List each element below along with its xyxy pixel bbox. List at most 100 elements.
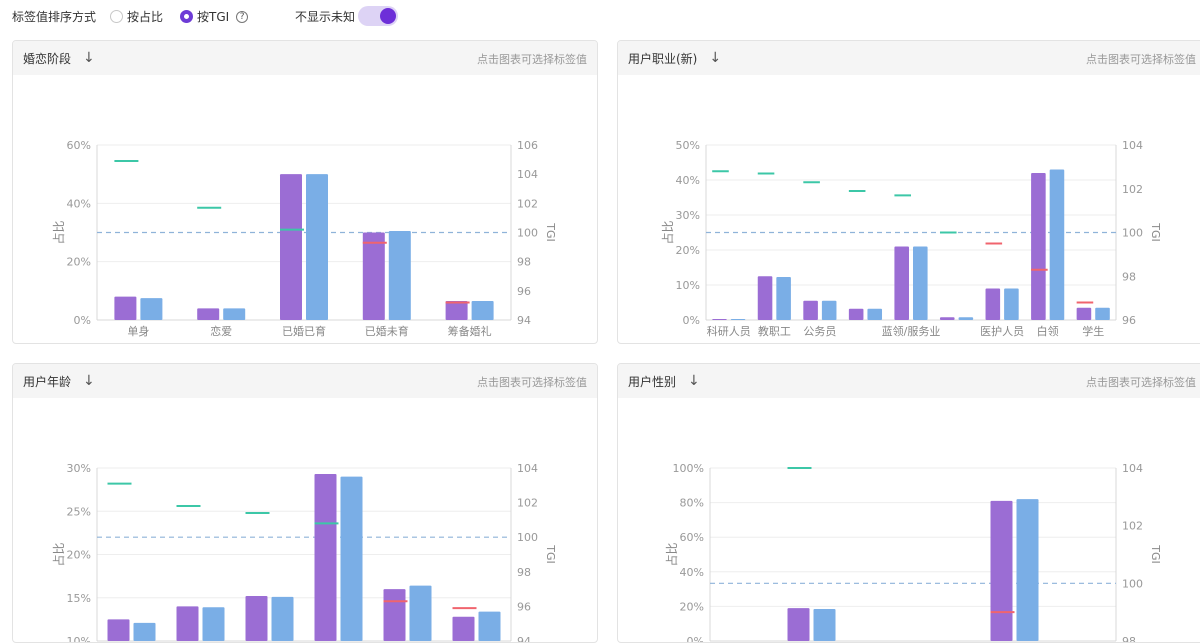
sort-by-ratio-label: 按占比 xyxy=(127,10,164,24)
card-occupation[interactable]: 用户职业(新) ↓ 点击图表可选择标签值 0% 10% 20% 30% 40% 50% 96… xyxy=(617,40,1200,344)
y-axis-title: 占比 xyxy=(51,220,66,244)
card-header: 用户职业(新) ↓ 点击图表可选择标签值 xyxy=(618,41,1200,75)
age-chart[interactable]: 10%15%20%25%30%949698100102104占比TGI35-39… xyxy=(13,398,598,643)
y2-tick-label: 96 xyxy=(517,600,531,613)
hide-unknown-toggle[interactable] xyxy=(358,6,398,26)
bar-ratio xyxy=(985,288,1001,320)
bar-benchmark xyxy=(958,317,974,320)
y-tick-label: 0% xyxy=(683,314,700,327)
y-tick-label: 0% xyxy=(74,314,91,327)
sort-arrow-down-icon[interactable]: ↓ xyxy=(688,373,700,389)
x-tick-label: 学生 xyxy=(1082,324,1104,338)
y2-axis-title: TGI xyxy=(1149,544,1162,564)
bar-ratio xyxy=(245,596,268,641)
x-tick-label: 已婚已育 xyxy=(282,324,326,338)
card-hint: 点击图表可选择标签值 xyxy=(477,376,587,389)
sort-by-tgi-radio[interactable]: 按TGI ? xyxy=(180,8,249,25)
card-hint: 点击图表可选择标签值 xyxy=(1086,53,1196,66)
y-tick-label: 60% xyxy=(67,139,91,152)
y2-tick-label: 104 xyxy=(517,462,538,475)
y-axis-title: 占比 xyxy=(51,542,66,566)
radio-unchecked-icon xyxy=(110,10,123,23)
card-gender[interactable]: 用户性别 ↓ 点击图表可选择标签值 0% 20% 40% 60% 80% 100% 98 10… xyxy=(617,363,1200,643)
bar-ratio xyxy=(383,589,406,641)
x-tick-label: 白领 xyxy=(1037,324,1059,338)
bar-benchmark xyxy=(223,308,246,320)
y2-tick-label: 104 xyxy=(1122,462,1143,475)
x-tick-label: 恋爱 xyxy=(210,324,232,338)
bar-benchmark xyxy=(140,298,163,320)
y2-tick-label: 104 xyxy=(517,168,538,181)
bar-ratio xyxy=(452,616,475,641)
occupation-chart[interactable]: 0% 10% 20% 30% 40% 50% 96 98 100 102 104 占比 TGI 科研人员教… xyxy=(618,75,1200,344)
bar-ratio xyxy=(114,296,137,320)
bar-ratio xyxy=(894,246,909,320)
bar-benchmark xyxy=(478,611,501,641)
hide-unknown-label: 不显示未知 xyxy=(295,10,356,24)
bar-benchmark xyxy=(471,301,494,320)
x-tick-label: 教职工 xyxy=(758,325,791,338)
y2-tick-label: 102 xyxy=(1122,520,1143,533)
bar-ratio xyxy=(107,619,130,641)
y2-tick-label: 100 xyxy=(1122,577,1143,590)
y-tick-label: 20% xyxy=(680,600,704,613)
y2-tick-label: 96 xyxy=(517,285,531,298)
bar-ratio xyxy=(1076,307,1092,320)
card-hint: 点击图表可选择标签值 xyxy=(477,53,587,66)
y-axis-title: 占比 xyxy=(664,542,679,566)
y2-tick-label: 98 xyxy=(1122,270,1136,283)
x-tick-label: 科研人员 xyxy=(707,324,751,338)
bar-ratio xyxy=(939,317,955,320)
bar-ratio xyxy=(1031,173,1046,320)
card-header: 用户性别 ↓ 点击图表可选择标签值 xyxy=(618,364,1200,398)
bar-ratio xyxy=(362,232,385,320)
bar-benchmark xyxy=(776,276,791,320)
bar-ratio xyxy=(445,301,468,320)
help-icon[interactable]: ? xyxy=(236,10,249,23)
bar-benchmark xyxy=(1049,169,1065,320)
gender-chart[interactable]: 0%20%40%60%80%100%98100102104占比TGI男性用户女性… xyxy=(618,398,1200,643)
y-tick-label: 30% xyxy=(67,462,91,475)
bar-benchmark xyxy=(867,308,883,320)
y2-tick-label: 104 xyxy=(1122,139,1143,152)
bar-benchmark xyxy=(271,596,294,641)
bar-benchmark xyxy=(306,174,328,320)
bar-ratio xyxy=(787,608,810,641)
marital-stage-chart[interactable]: 0% 20% 40% 60% 94 96 98 100 102 104 106 占比 TGI 单身 恋爱 已婚… xyxy=(13,75,598,344)
y2-tick-label: 102 xyxy=(517,497,538,510)
card-title: 用户年龄 xyxy=(23,374,72,389)
y2-axis-title: TGI xyxy=(1149,222,1162,242)
bar-ratio xyxy=(803,300,818,320)
sort-arrow-down-icon[interactable]: ↓ xyxy=(83,50,95,66)
sort-by-tgi-label: 按TGI xyxy=(197,10,230,24)
radio-checked-icon xyxy=(180,10,193,23)
y2-tick-label: 100 xyxy=(517,531,538,544)
y-tick-label: 20% xyxy=(676,244,700,257)
x-tick-label: 医护人员 xyxy=(980,324,1024,338)
bar-ratio xyxy=(280,174,302,320)
bar-benchmark xyxy=(913,246,928,320)
sort-by-ratio-radio[interactable]: 按占比 xyxy=(110,8,163,25)
card-age[interactable]: 用户年龄 ↓ 点击图表可选择标签值 10% 15% 20% 25% 30% 94 96 98 1… xyxy=(12,363,598,643)
sort-arrow-down-icon[interactable]: ↓ xyxy=(709,50,721,66)
bar-benchmark xyxy=(813,608,836,641)
card-header: 婚恋阶段 ↓ 点击图表可选择标签值 xyxy=(13,41,597,75)
sort-arrow-down-icon[interactable]: ↓ xyxy=(83,373,95,389)
y2-tick-label: 98 xyxy=(1122,635,1136,643)
toggle-knob xyxy=(380,8,396,24)
bar-ratio xyxy=(176,606,199,641)
y-tick-label: 100% xyxy=(673,462,704,475)
y2-tick-label: 100 xyxy=(1122,227,1143,240)
bar-benchmark xyxy=(1016,499,1039,641)
y2-tick-label: 102 xyxy=(1122,183,1143,196)
card-marital-stage[interactable]: 婚恋阶段 ↓ 点击图表可选择标签值 0% 20% 40% 60% 94 96 98 100 10… xyxy=(12,40,598,344)
x-tick-label: 蓝领/服务业 xyxy=(882,325,941,338)
bar-benchmark xyxy=(133,622,156,641)
bar-ratio xyxy=(757,276,773,320)
x-tick-label: 公务员 xyxy=(803,325,836,338)
bar-benchmark xyxy=(821,300,837,320)
y2-axis-title: TGI xyxy=(544,222,557,242)
bar-benchmark xyxy=(388,231,411,320)
card-title: 用户职业(新) xyxy=(628,51,698,66)
y-tick-label: 30% xyxy=(676,209,700,222)
